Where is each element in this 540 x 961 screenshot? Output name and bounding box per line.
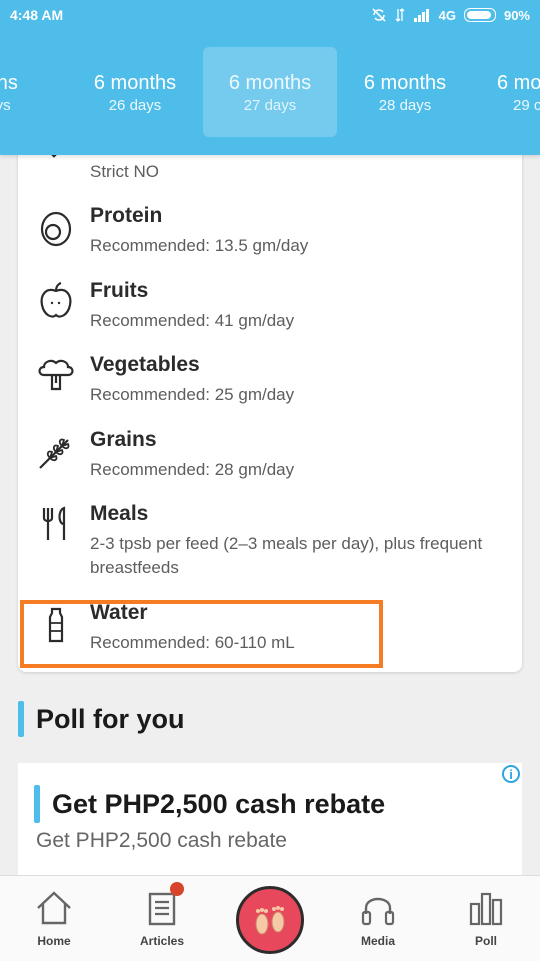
tab-months: 6 mo <box>497 71 540 94</box>
wheat-icon <box>39 438 70 469</box>
nutrition-sub: Recommended: 13.5 gm/day <box>90 236 309 255</box>
nav-poll[interactable]: Poll <box>432 876 540 961</box>
nutrition-row-fruits: Fruits Recommended: 41 gm/day <box>18 279 522 349</box>
tab-months: 6 months <box>93 71 177 94</box>
tab-days: 26 days <box>108 96 162 114</box>
tab-age-29-partial[interactable]: 6 mo 29 c <box>473 47 540 137</box>
nav-label: Poll <box>474 934 497 948</box>
tab-days: ays <box>0 96 11 114</box>
broccoli-icon <box>38 359 74 391</box>
tab-days: 27 days <box>243 96 297 114</box>
tab-age-26[interactable]: 6 months 26 days <box>68 47 202 137</box>
tab-months: 6 months <box>228 71 312 94</box>
nutrition-title: Vegetables <box>90 353 200 376</box>
sync-off-icon <box>372 8 386 22</box>
nav-label: Media <box>360 934 395 948</box>
ad-info-icon[interactable]: i <box>502 765 520 783</box>
status-bar: 4:48 AM 4G 90% <box>0 0 540 30</box>
nutrition-sub: Strict NO <box>90 162 159 181</box>
water-highlight-box <box>20 600 383 668</box>
app-header: 4:48 AM 4G 90% nths ays 6 months 26 days… <box>0 0 540 155</box>
baby-feet-button[interactable] <box>236 886 304 954</box>
signal-icon <box>413 9 429 22</box>
battery-icon <box>463 8 496 22</box>
ad-subtitle: Get PHP2,500 cash rebate <box>36 829 287 852</box>
headphones-icon <box>361 897 395 926</box>
data-arrows-icon <box>395 8 405 22</box>
status-time: 4:48 AM <box>10 7 64 23</box>
apple-icon <box>40 281 72 318</box>
network-type: 4G <box>438 7 456 23</box>
nutrition-row-meals: Meals 2-3 tpsb per feed (2–3 meals per d… <box>18 502 522 602</box>
nutrition-row-protein: Protein Recommended: 13.5 gm/day <box>18 204 522 274</box>
egg-icon <box>40 211 72 247</box>
tab-days: 29 c <box>513 96 540 114</box>
ad-header: Get PHP2,500 cash rebate <box>34 785 385 823</box>
nutrition-row-vegetables: Vegetables Recommended: 25 gm/day <box>18 353 522 423</box>
nutrition-sub: Recommended: 28 gm/day <box>90 460 295 479</box>
ad-card[interactable]: i Get PHP2,500 cash rebate Get PHP2,500 … <box>18 763 522 883</box>
tab-months: nths <box>0 71 18 94</box>
nutrition-row-grains: Grains Recommended: 28 gm/day <box>18 428 522 498</box>
nav-home[interactable]: Home <box>0 876 108 961</box>
poll-section-header: Poll for you <box>18 700 185 738</box>
nutrition-sub: Recommended: 25 gm/day <box>90 385 295 404</box>
nutrition-title: Meals <box>90 502 149 525</box>
tab-age-prev-partial[interactable]: nths ays <box>0 47 66 137</box>
nav-label: Articles <box>139 934 185 948</box>
age-tabs: nths ays 6 months 26 days 6 months 27 da… <box>0 47 540 139</box>
bottom-nav: Home Articles Media Poll <box>0 875 540 961</box>
tab-days: 28 days <box>378 96 432 114</box>
nutrition-title: Protein <box>90 204 163 227</box>
home-icon <box>37 891 71 925</box>
poll-title: Poll for you <box>36 703 185 734</box>
nutrition-title: Grains <box>90 428 157 451</box>
notification-badge <box>170 882 184 896</box>
battery-level: 90% <box>503 7 530 23</box>
nav-label: Home <box>37 934 71 948</box>
section-accent-bar <box>18 701 24 737</box>
nutrition-sub: 2-3 tpsb per feed (2–3 meals per day), p… <box>90 534 483 577</box>
tab-age-27[interactable]: 6 months 27 days <box>203 47 337 137</box>
ad-title: Get PHP2,500 cash rebate <box>52 788 386 819</box>
nutrition-sub: Recommended: 41 gm/day <box>90 311 295 330</box>
tab-age-28[interactable]: 6 months 28 days <box>338 47 472 137</box>
nutrition-title: Fruits <box>90 279 149 302</box>
baby-feet-icon <box>255 906 285 935</box>
tab-months: 6 months <box>363 71 447 94</box>
bar-chart-icon <box>469 892 503 926</box>
utensils-icon <box>42 506 66 540</box>
ad-accent-bar <box>34 785 40 823</box>
nutrition-card: Strict NO Protein Recommended: 13.5 gm/d… <box>18 130 522 672</box>
status-icons: 4G 90% <box>371 7 530 23</box>
nav-articles[interactable]: Articles <box>108 876 216 961</box>
nav-media[interactable]: Media <box>324 876 432 961</box>
